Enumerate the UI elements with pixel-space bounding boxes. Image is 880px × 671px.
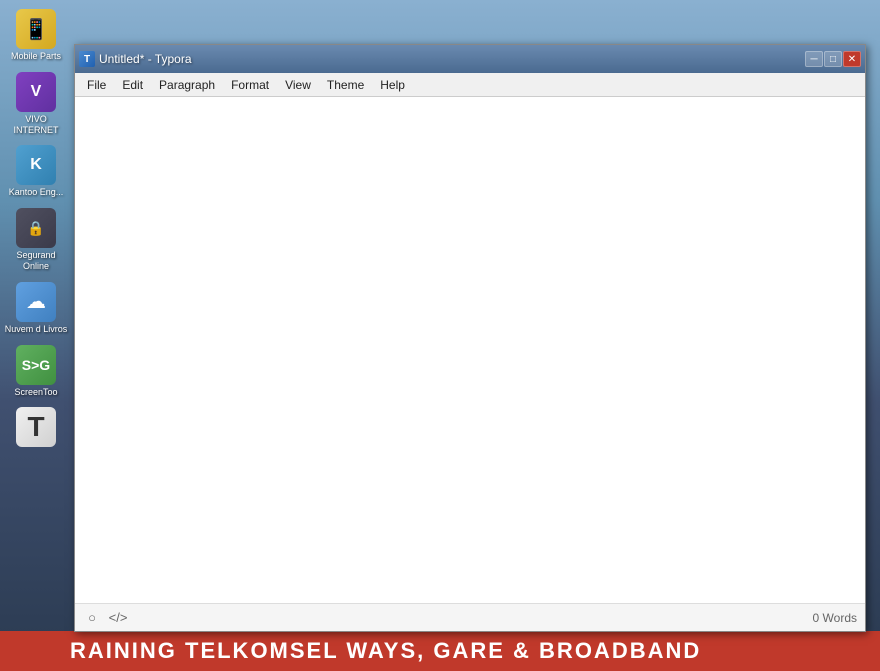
nuvem-label: Nuvem d Livros [5,324,68,335]
menu-help[interactable]: Help [372,76,413,94]
desktop-icon-typora[interactable]: T [2,403,70,453]
menu-format[interactable]: Format [223,76,277,94]
desktop-icon-kantoo[interactable]: K Kantoo Eng... [2,141,70,202]
bottom-banner: RAINING TELKOMSEL WAYS, GARE & BROADBAND [0,631,880,671]
desktop-icon-mobile-parts[interactable]: 📱 Mobile Parts [2,5,70,66]
seguro-icon-img: 🔒 [16,208,56,248]
kantoo-icon-img: K [16,145,56,185]
editor-area[interactable] [75,97,865,603]
menu-paragraph[interactable]: Paragraph [151,76,223,94]
typora-app-icon: T [79,51,95,67]
circle-button[interactable]: ○ [83,609,101,627]
source-code-button[interactable]: </> [109,609,127,627]
close-button[interactable]: ✕ [843,51,861,67]
menu-file[interactable]: File [79,76,114,94]
nuvem-icon-img: ☁ [16,282,56,322]
status-bar: ○ </> 0 Words [75,603,865,631]
desktop-icon-seguro[interactable]: 🔒 Segurand Online [2,204,70,276]
screentoo-icon-img: S>G [16,345,56,385]
menu-bar: File Edit Paragraph Format View Theme He… [75,73,865,97]
minimize-button[interactable]: ─ [805,51,823,67]
menu-edit[interactable]: Edit [114,76,151,94]
window-controls: ─ □ ✕ [805,51,861,67]
typora-desktop-icon-img: T [16,407,56,447]
desktop-icons: 📱 Mobile Parts V VIVO INTERNET K Kantoo … [0,0,72,620]
desktop-icon-vivo[interactable]: V VIVO INTERNET [2,68,70,140]
mobile-parts-icon-img: 📱 [16,9,56,49]
kantoo-label: Kantoo Eng... [9,187,64,198]
desktop: RAINING TELKOMSEL WAYS, GARE & BROADBAND… [0,0,880,671]
menu-theme[interactable]: Theme [319,76,372,94]
typora-window: T Untitled* - Typora ─ □ ✕ File Edit Par… [74,44,866,632]
desktop-icon-nuvem[interactable]: ☁ Nuvem d Livros [2,278,70,339]
title-bar: T Untitled* - Typora ─ □ ✕ [75,45,865,73]
word-count: 0 Words [813,611,857,625]
vivo-icon-img: V [16,72,56,112]
status-left: ○ </> [83,609,127,627]
vivo-label: VIVO INTERNET [4,114,68,136]
mobile-parts-label: Mobile Parts [11,51,61,62]
maximize-button[interactable]: □ [824,51,842,67]
desktop-icon-screentoo[interactable]: S>G ScreenToo [2,341,70,402]
screentoo-label: ScreenToo [14,387,57,398]
bottom-banner-text: RAINING TELKOMSEL WAYS, GARE & BROADBAND [70,638,701,664]
window-title: Untitled* - Typora [99,52,805,66]
seguro-label: Segurand Online [4,250,68,272]
menu-view[interactable]: View [277,76,319,94]
